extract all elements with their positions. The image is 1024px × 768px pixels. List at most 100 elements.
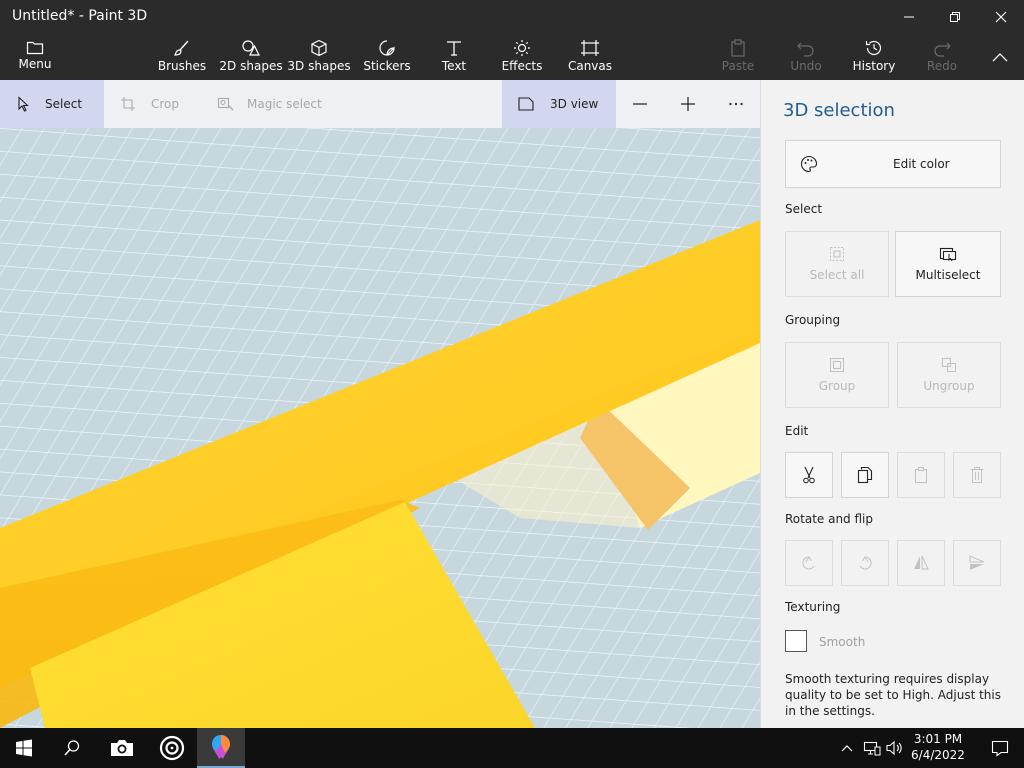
taskbar-paint3d-app[interactable]: [197, 728, 245, 768]
text-tool[interactable]: Text: [432, 34, 476, 80]
effects-tool[interactable]: Effects: [500, 34, 544, 80]
minus-icon: [633, 103, 647, 105]
copy-icon: [857, 466, 873, 484]
menu-label: Menu: [18, 57, 52, 71]
3d-scene[interactable]: [0, 128, 760, 728]
rotate-right-icon: [859, 556, 872, 570]
select-tool[interactable]: Select: [0, 80, 104, 128]
close-icon: [995, 11, 1007, 23]
3d-shapes-label: 3D shapes: [287, 59, 351, 73]
3d-canvas[interactable]: [0, 128, 760, 728]
crop-label: Crop: [151, 97, 180, 111]
effects-label: Effects: [501, 59, 543, 73]
collapse-ribbon-button[interactable]: [984, 34, 1016, 80]
rotate-left-icon: [802, 556, 815, 570]
flip-vertical-button[interactable]: [953, 540, 1001, 586]
group-button[interactable]: Group: [785, 342, 889, 408]
flip-vertical-icon: [969, 555, 985, 570]
title-bar: Untitled* - Paint 3D: [0, 0, 1024, 34]
undo-button[interactable]: Undo: [784, 34, 828, 80]
redo-icon: [934, 42, 951, 57]
edit-heading: Edit: [785, 424, 809, 438]
magic-select-label: Magic select: [247, 97, 322, 111]
window-title: Untitled* - Paint 3D: [12, 8, 148, 24]
stickers-tool[interactable]: Stickers: [362, 34, 412, 80]
multiselect-button[interactable]: Multiselect: [895, 231, 1001, 297]
multiselect-icon: [939, 247, 957, 262]
canvas-tool[interactable]: Canvas: [566, 34, 614, 80]
zoom-in-button[interactable]: [672, 80, 704, 128]
sticker-icon: [379, 40, 395, 56]
zoom-out-button[interactable]: [624, 80, 656, 128]
cut-button[interactable]: [785, 452, 833, 498]
start-button[interactable]: [0, 728, 48, 768]
minimize-button[interactable]: [886, 0, 932, 34]
ungroup-icon: [942, 358, 956, 372]
select-all-button[interactable]: Select all: [785, 231, 889, 297]
2d-shapes-tool[interactable]: 2D shapes: [219, 34, 283, 80]
select-heading: Select: [785, 202, 823, 216]
paste-icon: [731, 39, 745, 57]
select-all-icon: [830, 247, 844, 261]
clock[interactable]: 3:01 PM 6/4/2022: [906, 731, 970, 763]
canvas-icon: [581, 40, 599, 56]
scissors-icon: [803, 466, 815, 484]
taskbar-groove-app[interactable]: [148, 728, 196, 768]
history-button[interactable]: History: [850, 34, 898, 80]
palette-icon: [801, 155, 818, 173]
flip-horizontal-icon: [914, 555, 929, 570]
brushes-tool[interactable]: Brushes: [157, 34, 207, 80]
action-center-button[interactable]: [976, 728, 1024, 768]
camera-icon: [111, 740, 133, 756]
2d-shapes-icon: [242, 40, 260, 56]
search-button[interactable]: [48, 728, 96, 768]
grouping-heading: Grouping: [785, 313, 841, 327]
multiselect-label: Multiselect: [915, 268, 981, 282]
effects-icon: [514, 40, 530, 56]
2d-shapes-label: 2D shapes: [219, 59, 283, 73]
close-button[interactable]: [978, 0, 1024, 34]
flip-horizontal-button[interactable]: [897, 540, 945, 586]
taskbar-camera-app[interactable]: [98, 728, 146, 768]
3d-view-icon: [518, 97, 534, 111]
3d-view-button[interactable]: 3D view: [502, 80, 616, 128]
text-icon: [447, 41, 461, 56]
magic-select-tool[interactable]: Magic select: [200, 80, 330, 128]
paint3d-icon: [212, 735, 230, 759]
smooth-label: Smooth: [819, 635, 866, 649]
rotate-flip-heading: Rotate and flip: [785, 512, 874, 526]
rotate-right-button[interactable]: [841, 540, 889, 586]
cursor-icon: [18, 96, 29, 112]
select-label: Select: [45, 97, 83, 111]
chevron-up-icon: [992, 53, 1008, 62]
paste-button[interactable]: Paste: [716, 34, 760, 80]
menu-button[interactable]: Menu: [12, 34, 58, 80]
volume-button[interactable]: [884, 728, 906, 768]
restore-icon: [950, 12, 960, 22]
edit-color-button[interactable]: Edit color: [785, 140, 1001, 188]
redo-button[interactable]: Redo: [920, 34, 964, 80]
3d-shapes-tool[interactable]: 3D shapes: [287, 34, 351, 80]
magic-select-icon: [217, 97, 234, 111]
show-hidden-icons-button[interactable]: [836, 728, 858, 768]
ungroup-button[interactable]: Ungroup: [897, 342, 1001, 408]
delete-button[interactable]: [953, 452, 1001, 498]
crop-tool[interactable]: Crop: [104, 80, 200, 128]
more-icon: [729, 102, 743, 106]
network-button[interactable]: [860, 728, 884, 768]
notification-icon: [991, 740, 1009, 757]
minimize-icon: [904, 16, 914, 18]
search-icon: [64, 740, 80, 756]
windows-icon: [16, 739, 32, 757]
paste-panel-button[interactable]: [897, 452, 945, 498]
smooth-checkbox[interactable]: [785, 630, 807, 652]
copy-button[interactable]: [841, 452, 889, 498]
brush-icon: [174, 40, 189, 56]
paste-icon: [915, 467, 927, 483]
undo-icon: [797, 42, 814, 57]
cube-icon: [311, 39, 327, 57]
more-options-button[interactable]: [720, 80, 752, 128]
rotate-left-button[interactable]: [785, 540, 833, 586]
plus-icon: [681, 97, 695, 111]
restore-button[interactable]: [932, 0, 978, 34]
